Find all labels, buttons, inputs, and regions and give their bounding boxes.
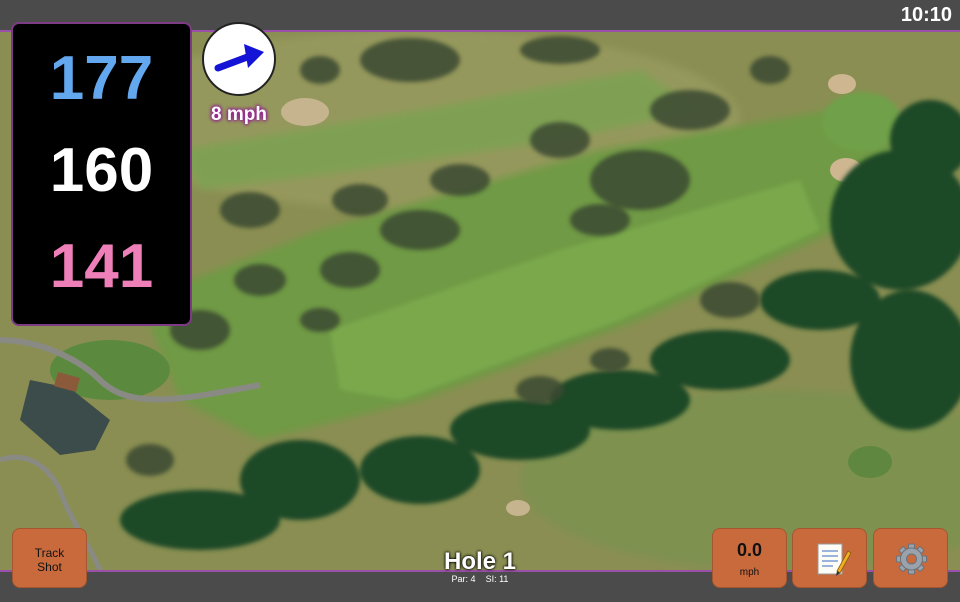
gear-icon bbox=[896, 543, 927, 575]
distance-panel: 177 160 141 bbox=[11, 22, 192, 326]
hole-title: Hole 1 bbox=[443, 548, 517, 575]
hole-si: SI: 11 bbox=[485, 574, 509, 584]
front-distance: 141 bbox=[49, 232, 154, 301]
wind-speed-label: 8 mph bbox=[211, 104, 267, 125]
speed-unit: mph bbox=[739, 567, 760, 578]
clock: 10:10 bbox=[900, 4, 952, 26]
hole-par: Par: 4 bbox=[451, 574, 476, 584]
hole-meta: Par: 4 SI: 11 bbox=[380, 574, 580, 584]
speed-button[interactable]: 0.0 mph bbox=[712, 528, 787, 588]
back-distance: 177 bbox=[49, 44, 154, 113]
middle-distance: 160 bbox=[49, 136, 154, 205]
wind-indicator bbox=[202, 22, 276, 96]
track-shot-label-line2: Shot bbox=[37, 560, 62, 574]
track-shot-label-line1: Track bbox=[34, 546, 65, 560]
track-shot-button[interactable]: Track Shot bbox=[12, 528, 87, 588]
settings-button[interactable] bbox=[873, 528, 948, 588]
speed-value: 0.0 bbox=[736, 540, 763, 560]
notes-button[interactable] bbox=[792, 528, 867, 588]
wind-arrow-icon bbox=[214, 44, 264, 72]
memo-icon bbox=[817, 543, 852, 576]
hole-info: Hole 1 Par: 4 SI: 11 bbox=[380, 548, 580, 585]
